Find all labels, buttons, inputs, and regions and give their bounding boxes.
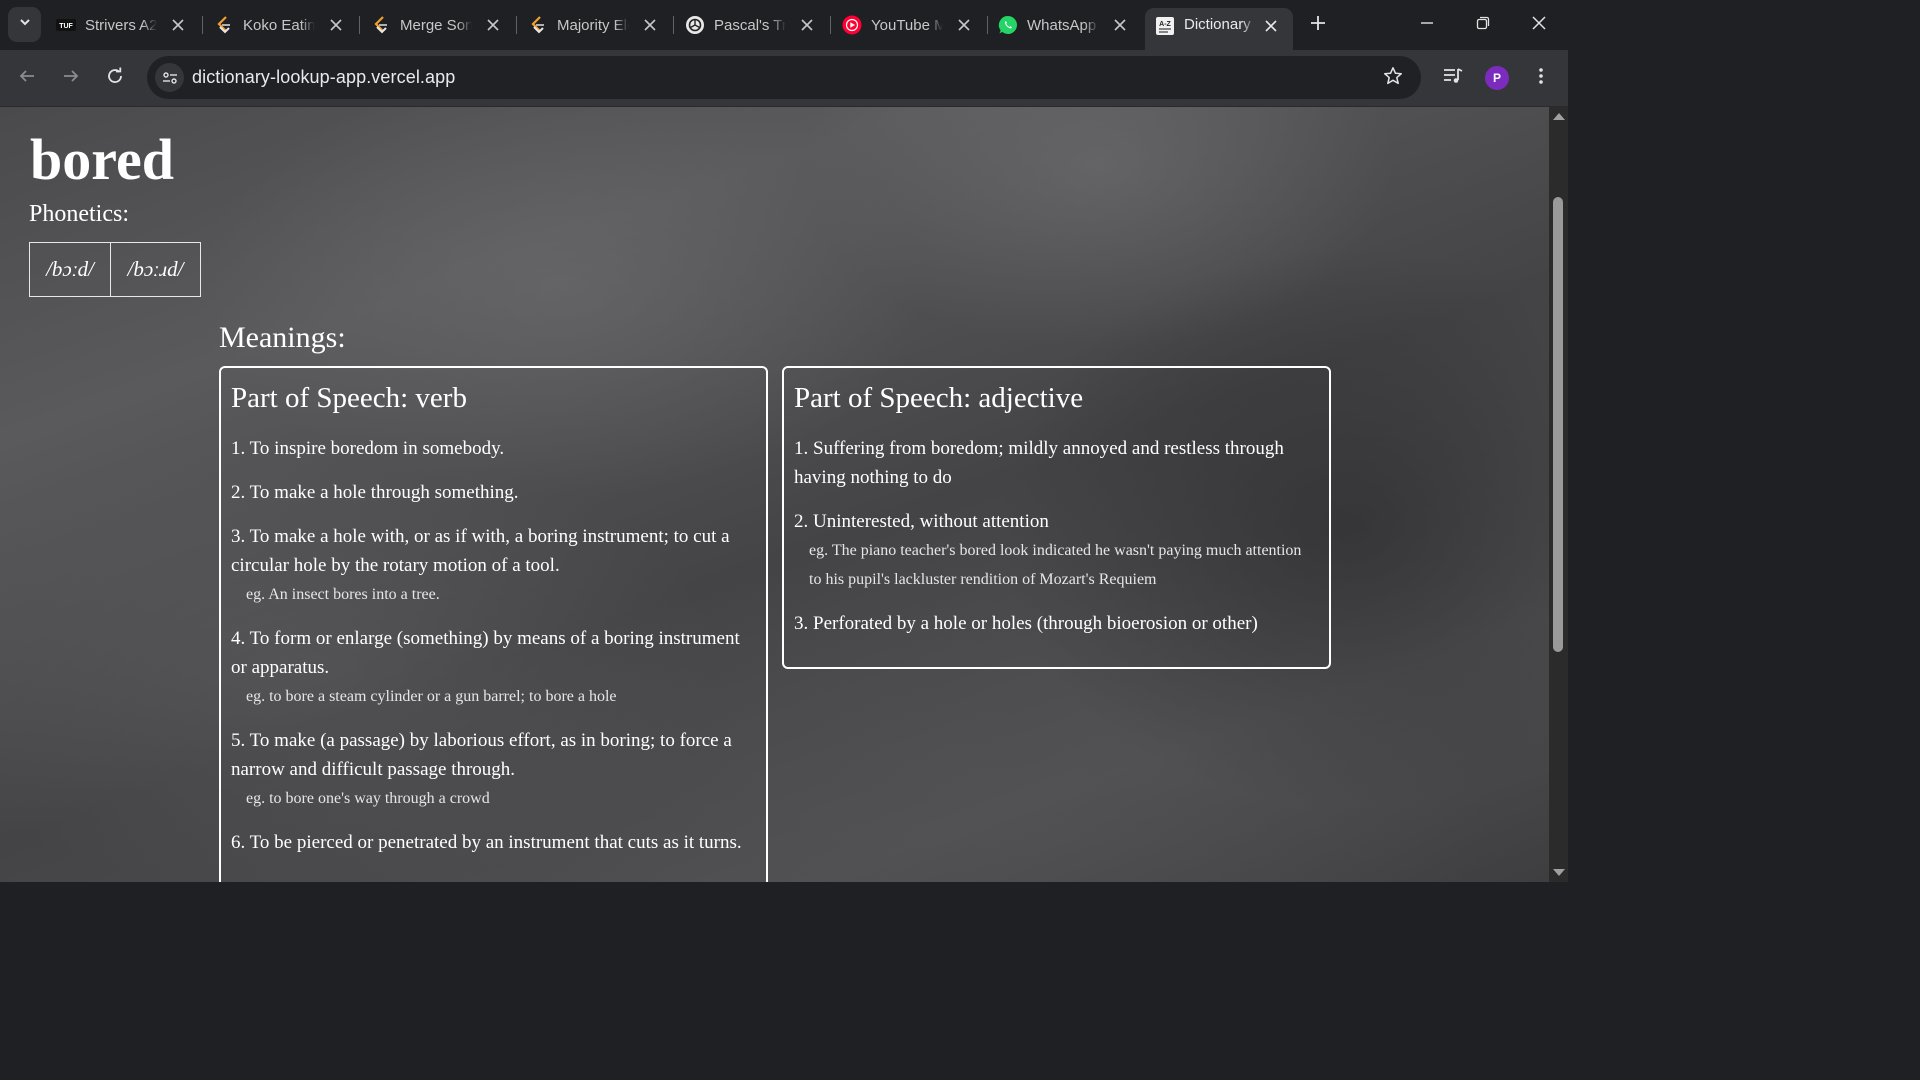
whatsapp-icon: [998, 15, 1018, 35]
reload-icon: [106, 67, 124, 90]
svg-text:A-Z: A-Z: [1159, 21, 1171, 28]
definition-item: 2. To make a hole through something.: [231, 478, 754, 507]
definition-text: 3. To make a hole with, or as if with, a…: [231, 526, 730, 576]
definition-item: 6. To be pierced or penetrated by an ins…: [231, 828, 754, 857]
svg-text:TUF: TUF: [59, 23, 73, 30]
leetcode-icon: [214, 15, 234, 35]
tab-dictionary[interactable]: A-Z Dictionary: [1145, 8, 1293, 50]
tab-pascals-triangle[interactable]: Pascal's Triangle: [685, 8, 829, 42]
definition-item: 3. Perforated by a hole or holes (throug…: [794, 609, 1317, 638]
youtube-music-icon: [842, 15, 862, 35]
site-info-icon[interactable]: [155, 63, 184, 92]
definition-item: 1. Suffering from boredom; mildly annoye…: [794, 434, 1317, 492]
browser-toolbar: dictionary-lookup-app.vercel.app: [0, 50, 1568, 107]
definition-text: 3. Perforated by a hole or holes (throug…: [794, 613, 1258, 634]
more-vert-icon: [1538, 67, 1544, 90]
close-tab-icon[interactable]: [326, 15, 346, 35]
definition-example: eg. to bore one's way through a crowd: [246, 790, 490, 807]
tab-title: Merge Sort: [400, 16, 472, 34]
part-of-speech-heading: Part of Speech: adjective: [794, 382, 1084, 414]
definition-item: 4. To form or enlarge (something) by mea…: [231, 624, 754, 711]
page-scrollbar[interactable]: [1549, 107, 1568, 882]
tab-youtube-music[interactable]: YouTube Music: [842, 8, 986, 42]
tab-title: Dictionary: [1184, 16, 1251, 33]
definition-text: 1. Suffering from boredom; mildly annoye…: [794, 438, 1284, 488]
tab-title: Koko Eating Bananas: [243, 16, 315, 34]
leetcode-icon: [371, 15, 391, 35]
tab-search-button[interactable]: [8, 7, 41, 42]
restore-icon: [1476, 16, 1490, 35]
arrow-right-icon: [62, 67, 80, 90]
close-icon: [1532, 15, 1546, 35]
word-title: bored: [30, 127, 174, 192]
tab-whatsapp[interactable]: WhatsApp: [998, 8, 1142, 42]
close-window-button[interactable]: [1524, 10, 1554, 40]
arrow-left-icon: [18, 67, 36, 90]
browser-menu-button[interactable]: [1527, 64, 1555, 92]
meanings-label: Meanings:: [219, 321, 346, 354]
tab-title: YouTube Music: [871, 16, 943, 34]
definition-text: 2. To make a hole through something.: [231, 482, 519, 503]
meaning-card-adjective: Part of Speech: adjective 1. Suffering f…: [782, 366, 1331, 669]
definition-text: 1. To inspire boredom in somebody.: [231, 438, 505, 459]
meaning-card-verb: Part of Speech: verb 1. To inspire bored…: [219, 366, 768, 882]
tab-title: WhatsApp: [1027, 16, 1097, 34]
chevron-down-icon: [18, 15, 32, 34]
dictionary-icon: A-Z: [1155, 16, 1175, 36]
close-tab-icon[interactable]: [1261, 16, 1281, 36]
definition-example: eg. An insect bores into a tree.: [246, 586, 440, 603]
leetcode-icon: [528, 15, 548, 35]
profile-avatar[interactable]: P: [1485, 66, 1509, 90]
minimize-button[interactable]: [1412, 10, 1442, 40]
tab-title: Majority Element: [557, 16, 629, 34]
forward-button[interactable]: [57, 64, 85, 92]
minimize-icon: [1420, 16, 1434, 35]
tab-title: Strivers A2Z DSA: [85, 16, 157, 34]
plus-icon: [1310, 15, 1326, 36]
media-controls-button[interactable]: [1439, 64, 1467, 92]
definition-text: 5. To make (a passage) by laborious effo…: [231, 730, 732, 780]
close-tab-icon[interactable]: [168, 15, 188, 35]
close-tab-icon[interactable]: [640, 15, 660, 35]
definition-example: eg. The piano teacher's bored look indic…: [809, 542, 1302, 588]
close-tab-icon[interactable]: [954, 15, 974, 35]
back-button[interactable]: [13, 64, 41, 92]
scroll-down-arrow-icon[interactable]: [1553, 869, 1565, 876]
tab-strip: TUF Strivers A2Z DSA Koko Eating Bananas…: [0, 0, 1568, 50]
chatgpt-icon: [685, 15, 705, 35]
definition-text: 2. Uninterested, without attention: [794, 511, 1049, 532]
url-text: dictionary-lookup-app.vercel.app: [192, 67, 456, 87]
new-tab-button[interactable]: [1306, 13, 1330, 37]
part-of-speech-heading: Part of Speech: verb: [231, 382, 467, 414]
phonetics-label: Phonetics:: [29, 201, 129, 227]
definition-text: 6. To be pierced or penetrated by an ins…: [231, 832, 742, 853]
restore-button[interactable]: [1468, 10, 1498, 40]
definition-item: 5. To make (a passage) by laborious effo…: [231, 726, 754, 813]
phonetic-item[interactable]: /bɔːɹd/: [111, 242, 201, 297]
tab-majority-element[interactable]: Majority Element: [528, 8, 672, 42]
phonetic-item[interactable]: /bɔːd/: [29, 242, 111, 297]
tab-merge-sort[interactable]: Merge Sort: [371, 8, 515, 42]
tab-title: Pascal's Triangle: [714, 16, 786, 34]
scroll-up-arrow-icon[interactable]: [1553, 113, 1565, 120]
close-tab-icon[interactable]: [483, 15, 503, 35]
tab-koko[interactable]: Koko Eating Bananas: [214, 8, 358, 42]
definition-text: 4. To form or enlarge (something) by mea…: [231, 628, 740, 678]
definition-item: 3. To make a hole with, or as if with, a…: [231, 522, 754, 609]
queue-music-icon: [1443, 67, 1463, 90]
definition-example: eg. to bore a steam cylinder or a gun ba…: [246, 688, 617, 705]
scrollbar-thumb[interactable]: [1553, 197, 1563, 652]
tab-strivers[interactable]: TUF Strivers A2Z DSA: [56, 8, 200, 42]
tuf-icon: TUF: [56, 15, 76, 35]
bookmark-button[interactable]: [1381, 66, 1405, 90]
close-tab-icon[interactable]: [797, 15, 817, 35]
reload-button[interactable]: [101, 64, 129, 92]
definition-item: 1. To inspire boredom in somebody.: [231, 434, 754, 463]
star-icon: [1383, 66, 1403, 91]
address-bar[interactable]: dictionary-lookup-app.vercel.app: [147, 56, 1421, 99]
phonetics-list: /bɔːd/ /bɔːɹd/: [29, 242, 201, 297]
page-viewport: bored Phonetics: /bɔːd/ /bɔːɹd/ Meanings…: [0, 107, 1549, 882]
close-tab-icon[interactable]: [1110, 15, 1130, 35]
definition-item: 2. Uninterested, without attention eg. T…: [794, 507, 1317, 594]
